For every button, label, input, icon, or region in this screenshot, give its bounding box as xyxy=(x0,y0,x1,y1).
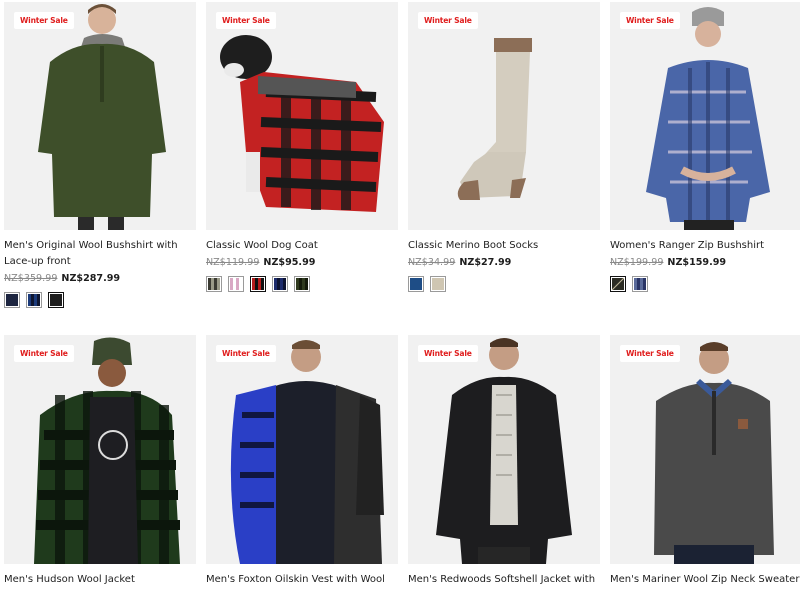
womens-bushshirt-photo xyxy=(610,2,800,230)
swatch-olive-check[interactable] xyxy=(294,276,310,292)
color-swatches xyxy=(206,276,398,292)
swatch-olive-check[interactable] xyxy=(610,276,626,292)
product-title[interactable]: Men's Mariner Wool Zip Neck Sweater xyxy=(610,572,800,588)
swatch-oatmeal[interactable] xyxy=(430,276,446,292)
sale-price: NZ$287.99 xyxy=(61,273,121,284)
original-price: NZ$199.99 xyxy=(610,257,664,268)
product-title[interactable]: Classic Wool Dog Coat xyxy=(206,238,398,254)
swatch-blue-check[interactable] xyxy=(272,276,288,292)
product-image[interactable]: Winter Sale xyxy=(4,2,196,230)
swatch-blue-check[interactable] xyxy=(632,276,648,292)
zip-neck-sweater-photo xyxy=(610,335,800,564)
product-card[interactable]: Winter Sale Men's Redwoods Softshell Jac… xyxy=(408,335,600,588)
original-price: NZ$359.99 xyxy=(4,273,58,284)
product-image[interactable]: Winter Sale xyxy=(610,2,800,230)
product-card[interactable]: Winter Sale Men's Hudson Wool Jacket xyxy=(4,335,196,588)
dog-coat-photo xyxy=(206,2,398,230)
swatch-grey-check[interactable] xyxy=(206,276,222,292)
product-card[interactable]: Winter Sale Men's Foxton Oilskin Vest wi… xyxy=(206,335,398,588)
sale-badge: Winter Sale xyxy=(418,12,478,29)
sale-badge: Winter Sale xyxy=(216,345,276,362)
product-image[interactable]: Winter Sale xyxy=(206,335,398,564)
product-image[interactable]: Winter Sale xyxy=(206,2,398,230)
sale-badge: Winter Sale xyxy=(216,12,276,29)
product-card[interactable]: Winter Sale Men's Original Wool Bushshir… xyxy=(4,2,196,308)
product-title[interactable]: Men's Redwoods Softshell Jacket with xyxy=(408,572,600,588)
hudson-jacket-photo xyxy=(4,335,196,564)
oilskin-vest-photo xyxy=(206,335,398,564)
swatch-blue-check[interactable] xyxy=(26,292,42,308)
sale-badge: Winter Sale xyxy=(418,345,478,362)
product-image[interactable]: Winter Sale xyxy=(408,2,600,230)
sale-price: NZ$27.99 xyxy=(459,257,512,268)
product-card[interactable]: Winter Sale Classic Wool Dog Coat NZ$119… xyxy=(206,2,398,292)
product-title[interactable]: Men's Original Wool Bushshirt with Lace-… xyxy=(4,238,196,270)
original-price: NZ$34.99 xyxy=(408,257,456,268)
sock-photo xyxy=(408,2,600,230)
sale-badge: Winter Sale xyxy=(620,345,680,362)
product-card[interactable]: Winter Sale Women's Ranger Zip Bushshirt… xyxy=(610,2,800,292)
original-price: NZ$119.99 xyxy=(206,257,260,268)
product-card[interactable]: Winter Sale Classic Merino Boot Socks NZ… xyxy=(408,2,600,292)
sale-price: NZ$159.99 xyxy=(667,257,727,268)
softshell-jacket-photo xyxy=(408,335,600,564)
product-image[interactable]: Winter Sale xyxy=(610,335,800,564)
product-title[interactable]: Men's Foxton Oilskin Vest with Wool xyxy=(206,572,398,588)
sale-price: NZ$95.99 xyxy=(263,257,316,268)
color-swatches xyxy=(408,276,600,292)
sale-badge: Winter Sale xyxy=(14,345,74,362)
product-image[interactable]: Winter Sale xyxy=(4,335,196,564)
color-swatches xyxy=(610,276,800,292)
product-title[interactable]: Women's Ranger Zip Bushshirt xyxy=(610,238,800,254)
swatch-pink-check[interactable] xyxy=(228,276,244,292)
price-row: NZ$199.99 NZ$159.99 xyxy=(610,257,800,268)
price-row: NZ$34.99 NZ$27.99 xyxy=(408,257,600,268)
swatch-red-black-check[interactable] xyxy=(250,276,266,292)
price-row: NZ$119.99 NZ$95.99 xyxy=(206,257,398,268)
product-card[interactable]: Winter Sale Men's Mariner Wool Zip Neck … xyxy=(610,335,800,588)
swatch-black[interactable] xyxy=(48,292,64,308)
sale-badge: Winter Sale xyxy=(620,12,680,29)
sale-badge: Winter Sale xyxy=(14,12,74,29)
color-swatches xyxy=(4,292,196,308)
product-title[interactable]: Men's Hudson Wool Jacket xyxy=(4,572,196,588)
swatch-navy[interactable] xyxy=(4,292,20,308)
bushshirt-photo xyxy=(4,2,196,230)
product-image[interactable]: Winter Sale xyxy=(408,335,600,564)
swatch-blue[interactable] xyxy=(408,276,424,292)
product-title[interactable]: Classic Merino Boot Socks xyxy=(408,238,600,254)
price-row: NZ$359.99 NZ$287.99 xyxy=(4,273,196,284)
